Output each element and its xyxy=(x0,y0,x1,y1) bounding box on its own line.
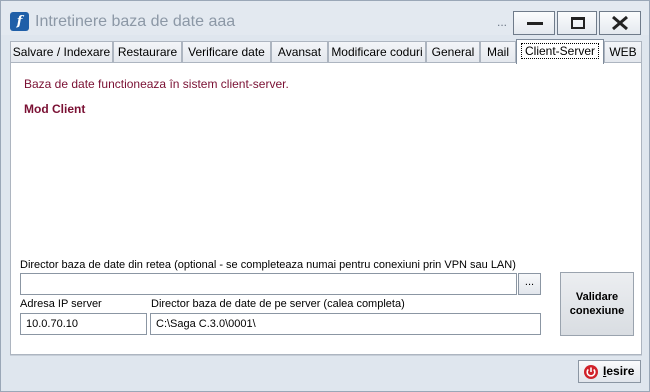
exit-label: Iesire xyxy=(603,364,635,378)
power-icon xyxy=(584,365,598,379)
server-dir-input[interactable]: C:\Saga C.3.0\0001\ xyxy=(150,313,541,335)
title-bar[interactable]: f Intretinere baza de date aaa ... xyxy=(1,1,649,35)
tab-modificare-coduri[interactable]: Modificare coduri xyxy=(328,41,426,63)
minimize-button[interactable] xyxy=(513,11,555,35)
server-ip-label: Adresa IP server xyxy=(20,298,102,310)
close-button[interactable] xyxy=(599,11,641,35)
close-icon xyxy=(612,15,628,31)
tab-web[interactable]: WEB xyxy=(604,41,642,63)
window-title: Intretinere baza de date aaa xyxy=(35,13,236,30)
status-message: Baza de date functioneaza în sistem clie… xyxy=(24,77,289,91)
server-ip-input[interactable]: 10.0.70.10 xyxy=(20,313,147,335)
window: f Intretinere baza de date aaa ... Salva… xyxy=(0,0,650,392)
mode-label: Mod Client xyxy=(24,102,86,116)
client-server-panel: Baza de date functioneaza în sistem clie… xyxy=(10,62,642,355)
tab-verificare-date[interactable]: Verificare date xyxy=(182,41,271,63)
minimize-icon xyxy=(527,22,543,25)
title-ellipsis: ... xyxy=(497,15,508,29)
tab-mail[interactable]: Mail xyxy=(480,41,516,63)
tab-general[interactable]: General xyxy=(426,41,480,63)
tab-client-server[interactable]: Client-Server xyxy=(516,39,604,64)
exit-button[interactable]: Iesire xyxy=(578,360,641,383)
tab-avansat[interactable]: Avansat xyxy=(271,41,328,63)
maximize-icon xyxy=(571,17,585,29)
browse-button[interactable]: ... xyxy=(518,273,541,295)
network-dir-input[interactable] xyxy=(20,273,517,295)
footer-divider xyxy=(10,355,642,356)
validate-connection-button[interactable]: Validare conexiune xyxy=(560,272,634,336)
app-icon: f xyxy=(10,12,29,31)
maximize-button[interactable] xyxy=(557,11,597,35)
tab-strip: Salvare / Indexare Restaurare Verificare… xyxy=(10,39,642,64)
server-dir-label: Director baza de date de pe server (cale… xyxy=(151,298,405,310)
tab-salvare-indexare[interactable]: Salvare / Indexare xyxy=(10,41,113,63)
tab-restaurare[interactable]: Restaurare xyxy=(113,41,182,63)
network-dir-label: Director baza de date din retea (optiona… xyxy=(20,259,516,271)
